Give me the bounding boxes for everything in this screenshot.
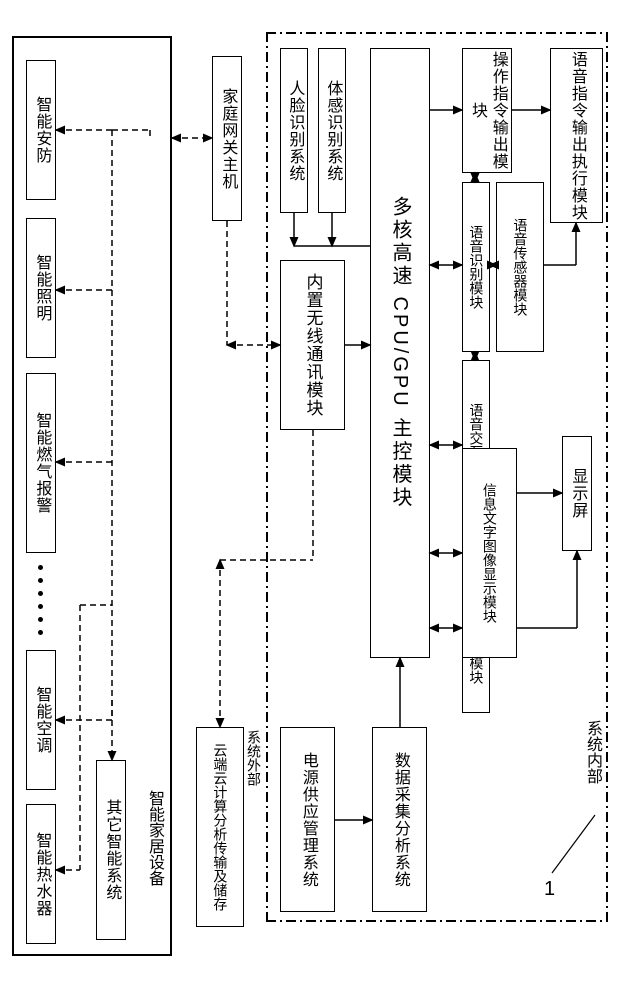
device-security: 智能安防 xyxy=(26,60,56,200)
device-gas-alarm-label: 智能燃气报警 xyxy=(31,412,52,514)
device-gas-alarm: 智能燃气报警 xyxy=(26,373,56,553)
face-recognition-label: 人脸识别系统 xyxy=(284,80,305,182)
body-sensing-label: 体感识别系统 xyxy=(322,80,343,182)
cloud-label: 云端云计算分析传输及储存 xyxy=(212,743,229,911)
device-lighting-label: 智能照明 xyxy=(31,254,52,322)
device-water-heater: 智能热水器 xyxy=(26,804,56,944)
voice-cmd-exec-box: 语音指令输出执行模块 xyxy=(550,48,603,223)
info-display-box: 信息文字图像显示模块 xyxy=(462,448,517,658)
devices-boundary-label: 智能家居设备 xyxy=(142,790,166,886)
voice-sensor-label: 语音传感器模块 xyxy=(512,218,529,316)
gateway-label: 家庭网关主机 xyxy=(217,88,238,190)
gateway-box: 家庭网关主机 xyxy=(212,56,242,221)
power-mgmt-label: 电源供应管理系统 xyxy=(297,752,318,888)
op-cmd-box: 操作指令输出模块 xyxy=(462,48,512,173)
device-lighting: 智能照明 xyxy=(26,218,56,358)
power-mgmt-box: 电源供应管理系统 xyxy=(280,727,335,912)
cloud-box: 云端云计算分析传输及储存 xyxy=(196,727,244,927)
cpu-label: 多核高速 CPU/GPU 主控模块 xyxy=(386,196,414,509)
device-security-label: 智能安防 xyxy=(31,96,52,164)
face-recognition-box: 人脸识别系统 xyxy=(280,48,308,213)
op-cmd-label: 操作指令输出模块 xyxy=(466,49,508,172)
ref-1: 1 xyxy=(544,878,555,901)
voice-recog-label: 语音识别模块 xyxy=(468,225,485,309)
wireless-comm-box: 内置无线通讯模块 xyxy=(280,260,345,430)
device-aircon: 智能空调 xyxy=(26,650,56,790)
display-screen-label: 显示屏 xyxy=(567,468,588,519)
device-aircon-label: 智能空调 xyxy=(31,686,52,754)
voice-sensor-box: 语音传感器模块 xyxy=(496,182,544,352)
cpu-box: 多核高速 CPU/GPU 主控模块 xyxy=(370,48,430,658)
ellipsis-dots xyxy=(38,565,43,635)
device-other: 其它智能系统 xyxy=(96,760,126,940)
voice-recog-box: 语音识别模块 xyxy=(462,182,490,352)
data-collect-label: 数据采集分析系统 xyxy=(389,752,410,888)
info-display-label: 信息文字图像显示模块 xyxy=(481,483,498,623)
device-other-label: 其它智能系统 xyxy=(101,799,122,901)
external-label: 系统外部 xyxy=(244,730,264,786)
body-sensing-box: 体感识别系统 xyxy=(318,48,346,213)
wireless-comm-label: 内置无线通讯模块 xyxy=(301,273,323,417)
device-water-heater-label: 智能热水器 xyxy=(31,832,52,917)
data-collect-box: 数据采集分析系统 xyxy=(372,727,427,912)
system-internal-label: 系统内部 xyxy=(580,720,604,784)
display-screen-box: 显示屏 xyxy=(562,436,592,551)
voice-cmd-exec-label: 语音指令输出执行模块 xyxy=(566,51,587,221)
